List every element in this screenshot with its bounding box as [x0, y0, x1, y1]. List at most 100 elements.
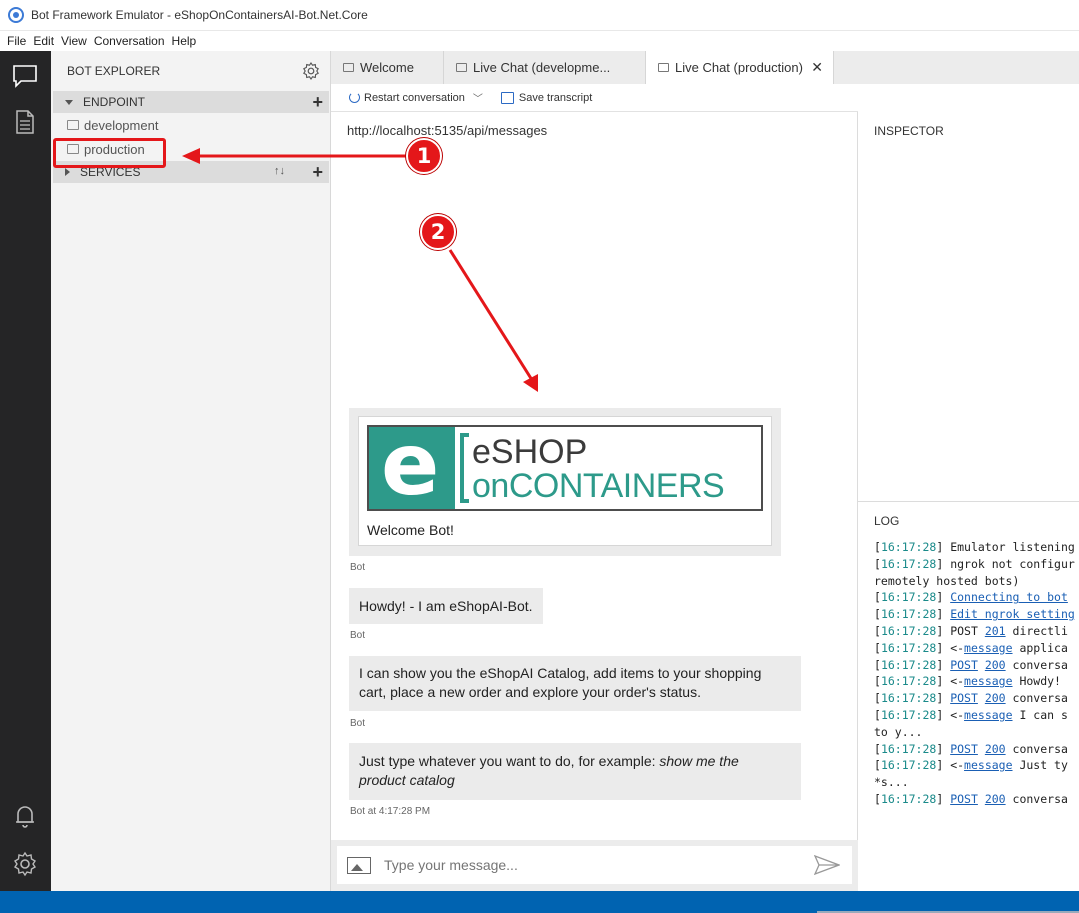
log-text: directli [1005, 623, 1068, 638]
log-link[interactable]: 200 [985, 658, 1006, 672]
inspector-title: INSPECTOR [874, 124, 944, 138]
log-timestamp: 16:17:28 [880, 607, 937, 622]
bot-message: I can show you the eShopAI Catalog, add … [349, 656, 801, 711]
message-input[interactable] [384, 857, 804, 873]
attach-image-icon[interactable] [347, 856, 371, 874]
log-timestamp: 16:17:28 [880, 791, 937, 806]
menu-edit[interactable]: Edit [33, 34, 54, 48]
document-tabs: Welcome Live Chat (developme... Live Cha… [331, 51, 1079, 84]
log-text: ngrok not configur [950, 556, 1075, 571]
menu-conversation[interactable]: Conversation [94, 34, 165, 48]
hero-card: e eSHOP onCONTAINERS Welcome Bot! [358, 416, 772, 546]
log-title: LOG [874, 514, 900, 528]
log-timestamp: 16:17:28 [880, 556, 937, 571]
annotation-badge-2: 2 [420, 214, 456, 250]
tab-label: Live Chat (developme... [473, 60, 611, 75]
restart-conversation-button[interactable]: Restart conversation [331, 92, 465, 104]
log-timestamp: 16:17:28 [880, 707, 937, 722]
add-endpoint-plus-icon[interactable]: + [312, 93, 323, 111]
log-line: [16:17:28] Emulator listening [874, 540, 1075, 554]
activity-bar [0, 51, 51, 891]
log-panel: LOG [16:17:28] Emulator listening [16:17:… [858, 502, 1079, 891]
sort-arrows-icon[interactable]: ↑↓ [274, 165, 285, 177]
log-lines: [16:17:28] Emulator listening [16:17:28] … [874, 539, 1079, 808]
save-transcript-button[interactable]: Save transcript [500, 91, 593, 104]
explorer-settings-gear-icon[interactable] [302, 62, 320, 80]
log-text: <- [950, 674, 965, 689]
close-tab-icon[interactable]: ✕ [811, 59, 823, 76]
send-icon[interactable] [814, 855, 840, 875]
chevron-down-icon[interactable]: ﹀ [473, 90, 483, 105]
log-link[interactable]: 200 [985, 691, 1006, 705]
log-link[interactable]: 201 [985, 624, 1006, 638]
document-icon[interactable] [12, 109, 38, 135]
log-line: [16:17:28] Edit ngrok setting [874, 607, 1075, 622]
chat-bubble-icon [658, 63, 669, 72]
endpoint-item-label: development [84, 117, 159, 133]
tab-live-chat-development[interactable]: Live Chat (developme... [444, 51, 646, 84]
log-timestamp: 16:17:28 [880, 741, 937, 756]
log-line: [16:17:28] <-message Howdy! [874, 674, 1061, 689]
log-text: Emulator listening [950, 540, 1075, 554]
log-link[interactable]: 200 [985, 792, 1006, 806]
card-text: Welcome Bot! [367, 522, 454, 538]
inspector-panel: INSPECTOR [858, 112, 1079, 502]
log-line: [16:17:28] <-message I can s [874, 707, 1068, 722]
log-link[interactable]: POST [950, 792, 978, 806]
log-link[interactable]: message [964, 674, 1012, 688]
log-line: remotely hosted bots) [874, 573, 1079, 590]
log-link[interactable]: 200 [985, 742, 1006, 756]
tab-live-chat-production[interactable]: Live Chat (production) ✕ [646, 51, 834, 84]
log-line: [16:17:28] POST 200 conversa [874, 791, 1068, 806]
menu-help[interactable]: Help [172, 34, 197, 48]
log-link[interactable]: POST [950, 658, 978, 672]
save-transcript-label: Save transcript [518, 91, 593, 104]
log-link[interactable]: Connecting to bot [950, 590, 1068, 604]
log-link[interactable]: message [964, 708, 1012, 722]
bot-message: Howdy! - I am eShopAI-Bot. [349, 588, 543, 624]
gear-icon[interactable] [12, 851, 38, 877]
message-meta: Bot [350, 562, 366, 573]
add-service-plus-icon[interactable]: + [312, 163, 323, 181]
message-meta: Bot at 4:17:28 PM [350, 806, 431, 817]
log-timestamp: 16:17:28 [880, 691, 937, 706]
log-link[interactable]: message [964, 641, 1012, 655]
highlight-box-production [53, 138, 166, 168]
log-link[interactable]: message [964, 758, 1012, 772]
log-link[interactable]: POST [950, 691, 978, 705]
eshop-logo-image: e eSHOP onCONTAINERS [367, 425, 763, 511]
message-meta: Bot [350, 630, 366, 641]
log-timestamp: 16:17:28 [880, 758, 937, 773]
message-input-bar [331, 840, 858, 891]
menu-view[interactable]: View [61, 34, 87, 48]
restart-conversation-label: Restart conversation [364, 91, 465, 104]
log-timestamp: 16:17:28 [880, 590, 937, 605]
endpoint-url: http://localhost:5135/api/messages [347, 123, 548, 138]
endpoint-item-development[interactable]: development [51, 113, 330, 137]
bell-icon[interactable] [12, 803, 38, 829]
log-text: conversa [1005, 657, 1068, 672]
endpoint-section[interactable]: ENDPOINT + [53, 91, 329, 113]
expand-chevron-icon [65, 99, 73, 105]
log-text: *s... [874, 775, 909, 790]
menu-file[interactable]: File [7, 34, 26, 48]
annotation-badge-1: 1 [406, 138, 442, 174]
collapse-chevron-icon [65, 168, 70, 176]
log-text: I can s [1012, 707, 1068, 722]
log-line: [16:17:28] Connecting to bot [874, 590, 1068, 605]
log-link[interactable]: Edit ngrok setting [950, 607, 1075, 621]
log-text: to y... [874, 724, 923, 739]
chat-icon[interactable] [12, 63, 38, 89]
log-line: [16:17:28] <-message applica [874, 640, 1068, 655]
log-line: *s... [874, 774, 1079, 791]
message-meta: Bot [350, 718, 366, 729]
log-link[interactable]: POST [950, 742, 978, 756]
status-bar [0, 891, 1079, 913]
bot-explorer-title: BOT EXPLORER [67, 64, 161, 78]
window-title: Bot Framework Emulator - eShopOnContaine… [31, 8, 368, 22]
log-timestamp: 16:17:28 [880, 674, 937, 689]
tab-label: Live Chat (production) [675, 60, 803, 75]
log-line: [16:17:28] POST 200 conversa [874, 741, 1068, 756]
tab-welcome[interactable]: Welcome [331, 51, 444, 84]
